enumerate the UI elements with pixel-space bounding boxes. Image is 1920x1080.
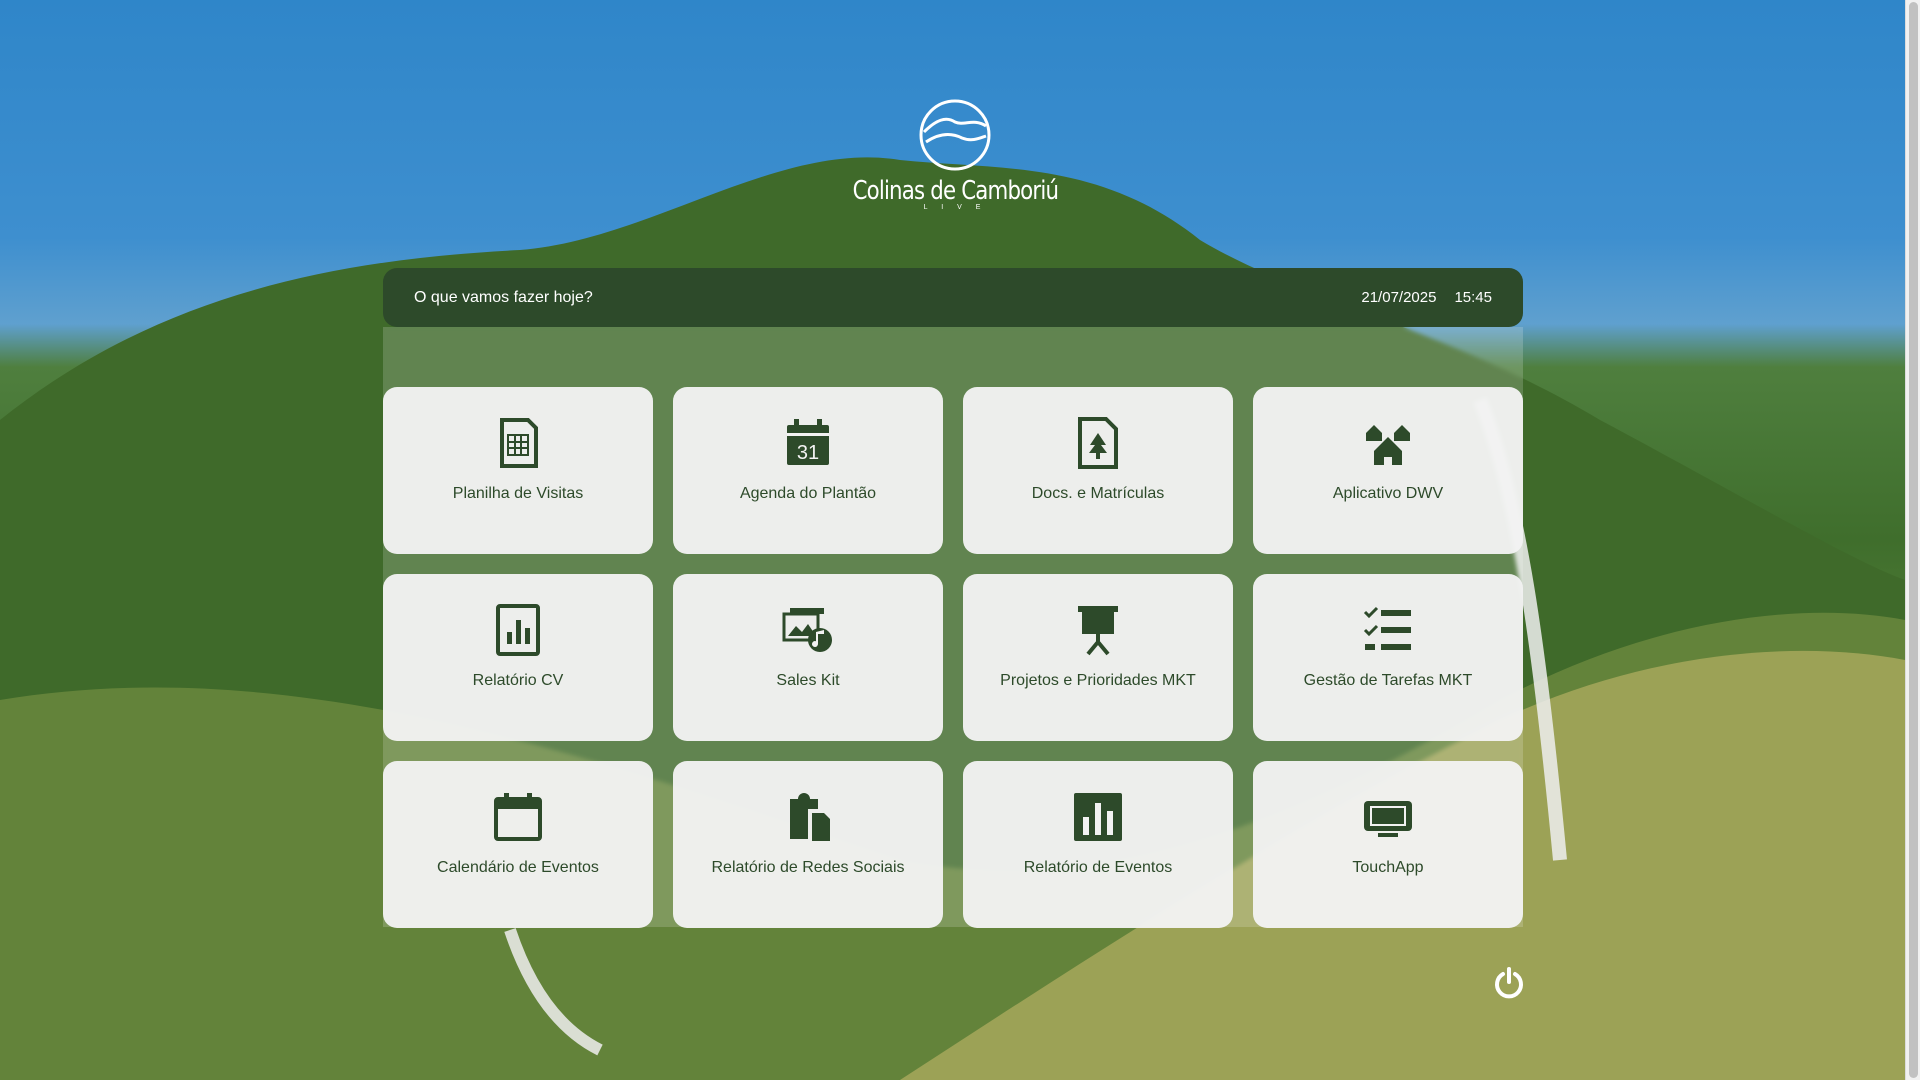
clipboard-files-icon [780, 789, 836, 845]
tile-gestao-de-tarefas-mkt[interactable]: Gestão de Tarefas MKT [1253, 574, 1523, 741]
page-scrollbar[interactable] [1905, 0, 1920, 1080]
spreadsheet-icon [490, 415, 546, 471]
header-bar: O que vamos fazer hoje? 21/07/2025 15:45 [383, 268, 1523, 327]
calendar-icon [490, 789, 546, 845]
tile-label: Relatório CV [472, 672, 564, 689]
tile-label: Relatório de Redes Sociais [711, 859, 905, 876]
tile-label: Calendário de Eventos [437, 859, 599, 876]
tile-label: Planilha de Visitas [452, 485, 584, 502]
checklist-icon [1360, 602, 1416, 658]
houses-icon [1360, 415, 1416, 471]
scrollbar-thumb[interactable] [1909, 2, 1918, 1078]
app-grid: Planilha de Visitas 31 Agenda do Plantão… [383, 387, 1523, 928]
date-text: 21/07/2025 [1361, 289, 1437, 306]
time-text: 15:45 [1454, 289, 1492, 306]
presentation-icon [1070, 602, 1126, 658]
tile-label: Projetos e Prioridades MKT [1000, 672, 1196, 689]
document-tree-icon [1070, 415, 1126, 471]
tile-relatorio-de-redes-sociais[interactable]: Relatório de Redes Sociais [673, 761, 943, 928]
brand-logo: Colinas de Camboriú L I V E [852, 98, 1059, 223]
power-button[interactable] [1493, 967, 1525, 999]
greeting-text: O que vamos fazer hoje? [414, 288, 593, 306]
bar-chart-icon [1070, 789, 1126, 845]
tile-relatorio-de-eventos[interactable]: Relatório de Eventos [963, 761, 1233, 928]
tile-label: Relatório de Eventos [1023, 859, 1173, 876]
tile-calendario-de-eventos[interactable]: Calendário de Eventos [383, 761, 653, 928]
tile-sales-kit[interactable]: Sales Kit [673, 574, 943, 741]
brand-name: Colinas de Camboriú [852, 176, 1058, 206]
report-chart-icon [490, 602, 546, 658]
tile-aplicativo-dwv[interactable]: Aplicativo DWV [1253, 387, 1523, 554]
tile-label: Agenda do Plantão [739, 485, 877, 502]
tile-label: TouchApp [1352, 859, 1424, 876]
tile-docs-e-matriculas[interactable]: Docs. e Matrículas [963, 387, 1233, 554]
svg-text:31: 31 [797, 442, 819, 464]
tile-planilha-de-visitas[interactable]: Planilha de Visitas [383, 387, 653, 554]
mountain-logo-icon [919, 99, 991, 171]
tile-touchapp[interactable]: TouchApp [1253, 761, 1523, 928]
tile-label: Gestão de Tarefas MKT [1303, 672, 1473, 689]
tile-projetos-e-prioridades-mkt[interactable]: Projetos e Prioridades MKT [963, 574, 1233, 741]
datetime: 21/07/2025 15:45 [1361, 289, 1492, 306]
monitor-icon [1360, 789, 1416, 845]
calendar-31-icon: 31 [780, 415, 836, 471]
media-icon [780, 602, 836, 658]
tile-relatorio-cv[interactable]: Relatório CV [383, 574, 653, 741]
tile-label: Aplicativo DWV [1332, 485, 1444, 502]
tile-agenda-do-plantao[interactable]: 31 Agenda do Plantão [673, 387, 943, 554]
tile-label: Sales Kit [776, 672, 840, 689]
tile-label: Docs. e Matrículas [1031, 485, 1165, 502]
power-icon [1495, 967, 1523, 999]
